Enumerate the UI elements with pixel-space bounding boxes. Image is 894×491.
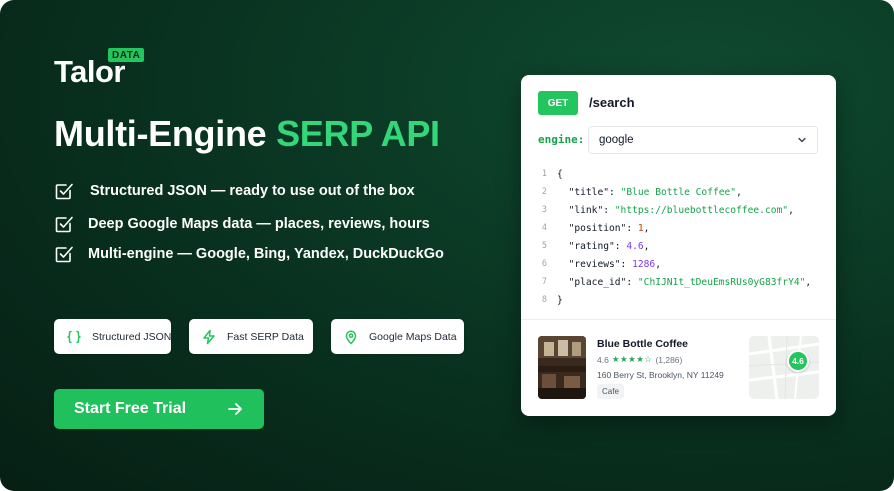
- json-value: "ChIJN1t_tDeuEmsRUs0yG83frY4": [637, 276, 806, 288]
- arrow-right-icon: [228, 403, 242, 415]
- line-number: 8: [541, 295, 547, 305]
- brand-badge: DATA: [108, 48, 145, 62]
- line-number: 6: [541, 259, 547, 269]
- map-thumbnail: 4.6: [749, 336, 819, 399]
- api-preview-card: GET /search engine: google 1 { 2 "title"…: [521, 75, 836, 416]
- code-brace: }: [557, 294, 563, 306]
- code-line: 8 }: [521, 291, 563, 309]
- pill-fast-serp: Fast SERP Data: [189, 319, 313, 354]
- json-key: "position": [568, 222, 627, 234]
- json-key: "reviews": [568, 258, 621, 270]
- lightning-icon: [201, 329, 217, 345]
- engine-label: engine:: [538, 133, 585, 146]
- place-name: Blue Bottle Coffee: [597, 338, 689, 350]
- divider: [521, 319, 836, 320]
- map-background: [749, 336, 819, 399]
- curly-braces-icon: [66, 329, 82, 345]
- json-key: "rating": [568, 240, 615, 252]
- feature-text: Multi-engine — Google, Bing, Yandex, Duc…: [88, 246, 444, 262]
- json-value: "https://bluebottlecoffee.com": [614, 204, 789, 216]
- pill-structured-json: Structured JSON: [54, 319, 171, 354]
- start-free-trial-button[interactable]: Start Free Trial: [54, 389, 264, 429]
- rating-value: 4.6: [597, 354, 609, 365]
- endpoint-path: /search: [589, 95, 635, 110]
- checkbox-icon: [55, 216, 73, 233]
- checkbox-icon: [55, 183, 73, 200]
- feature-item: Multi-engine — Google, Bing, Yandex, Duc…: [54, 241, 444, 267]
- line-number: 4: [541, 223, 547, 233]
- place-photo: [538, 336, 586, 399]
- line-number: 2: [541, 187, 547, 197]
- code-line: 4 "position": 1,: [521, 219, 650, 237]
- feature-text: Structured JSON — ready to use out of th…: [90, 183, 415, 199]
- pill-label: Fast SERP Data: [227, 330, 304, 343]
- feature-text: Deep Google Maps data — places, reviews,…: [88, 216, 430, 232]
- json-value: 1286: [632, 258, 656, 270]
- json-value: 4.6: [626, 240, 644, 252]
- http-method-badge: GET: [538, 91, 578, 115]
- pill-label: Google Maps Data: [369, 330, 457, 343]
- cta-label: Start Free Trial: [74, 400, 187, 417]
- line-number: 7: [541, 277, 547, 287]
- json-value: 1: [637, 222, 644, 234]
- engine-select-value: google: [599, 134, 634, 146]
- code-line: 5 "rating": 4.6,: [521, 237, 650, 255]
- line-number: 3: [541, 205, 547, 215]
- map-pin-rating: 4.6: [787, 350, 809, 372]
- line-number: 1: [541, 169, 547, 179]
- code-line: 2 "title": "Blue Bottle Coffee",: [521, 183, 742, 201]
- code-line: 7 "place_id": "ChIJN1t_tDeuEmsRUs0yG83fr…: [521, 273, 811, 291]
- json-key: "link": [568, 204, 604, 216]
- json-value: "Blue Bottle Coffee": [620, 186, 737, 198]
- page-title: Multi-Engine SERP API: [54, 113, 440, 155]
- code-brace: {: [557, 168, 563, 180]
- review-count: (1,286): [655, 354, 683, 365]
- map-pin-icon: [343, 329, 359, 345]
- pill-label: Structured JSON: [92, 330, 172, 343]
- json-key: "title": [568, 186, 609, 198]
- json-key: "place_id": [568, 276, 627, 288]
- feature-item: Deep Google Maps data — places, reviews,…: [54, 211, 430, 237]
- feature-item: Structured JSON — ready to use out of th…: [54, 178, 415, 204]
- line-number: 5: [541, 241, 547, 251]
- chevron-down-icon: [798, 137, 806, 143]
- headline-accent: SERP API: [276, 113, 440, 154]
- place-rating: 4.6 ★★★★☆ (1,286): [597, 354, 682, 365]
- pill-google-maps: Google Maps Data: [331, 319, 464, 354]
- headline-text: Multi-Engine: [54, 113, 277, 154]
- code-line: 3 "link": "https://bluebottlecoffee.com"…: [521, 201, 794, 219]
- category-tag: Cafe: [597, 384, 624, 399]
- star-rating-icon: ★★★★☆: [611, 354, 653, 364]
- promo-banner: Talor DATA Multi-Engine SERP API Structu…: [0, 0, 894, 491]
- code-line: 6 "reviews": 1286,: [521, 255, 661, 273]
- engine-select[interactable]: google: [588, 126, 818, 154]
- checkbox-icon: [55, 246, 73, 263]
- code-line: 1 {: [521, 165, 563, 183]
- place-address: 160 Berry St, Brooklyn, NY 11249: [597, 370, 724, 380]
